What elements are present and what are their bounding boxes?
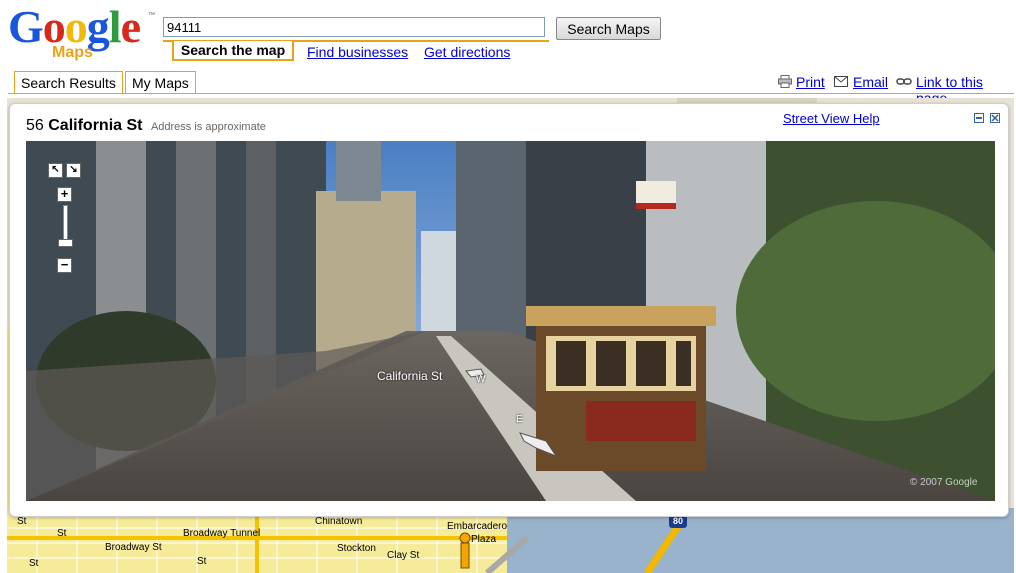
zoom-out-icon[interactable]: − bbox=[57, 258, 72, 273]
map-label-broadway-st: Broadway St bbox=[105, 542, 162, 553]
panorama-direction-west[interactable]: W bbox=[476, 374, 485, 385]
address-number: 56 bbox=[26, 117, 44, 134]
map-label-stockton: Stockton bbox=[337, 543, 376, 554]
map-label-st: St bbox=[197, 556, 207, 567]
zoom-slider-handle[interactable] bbox=[58, 239, 73, 247]
street-view-title: 56 California St Address is approximate bbox=[26, 117, 266, 135]
tab-my-maps[interactable]: My Maps bbox=[125, 71, 196, 93]
panorama-image bbox=[26, 141, 995, 501]
search-maps-button[interactable]: Search Maps bbox=[556, 17, 661, 40]
pan-right-icon[interactable]: ↘ bbox=[66, 163, 81, 178]
pan-left-icon[interactable]: ↖ bbox=[48, 163, 63, 178]
street-view-window: 56 California St Address is approximate … bbox=[9, 103, 1009, 517]
logo-sub-maps: Maps bbox=[52, 44, 93, 61]
map-label-embarcadero: Embarcadero bbox=[447, 521, 508, 532]
map-label-chinatown: Chinatown bbox=[315, 516, 363, 527]
map-label-st: St bbox=[17, 516, 27, 527]
logo-trademark: ™ bbox=[148, 12, 155, 19]
print-icon[interactable] bbox=[778, 75, 792, 88]
find-businesses-link[interactable]: Find businesses bbox=[307, 44, 408, 60]
zoom-slider-track[interactable] bbox=[63, 205, 68, 241]
get-directions-link[interactable]: Get directions bbox=[424, 44, 510, 60]
minimize-icon[interactable] bbox=[974, 113, 984, 123]
street-view-panorama[interactable]: California St W E © 2007 Google ↖ ↘ + − bbox=[26, 141, 995, 501]
header: Google ™ Maps Search Maps Search the map… bbox=[0, 0, 1016, 70]
panorama-direction-east[interactable]: E bbox=[516, 414, 523, 425]
tab-search-results[interactable]: Search Results bbox=[14, 71, 123, 93]
address-approx-note: Address is approximate bbox=[150, 121, 266, 133]
close-icon[interactable] bbox=[990, 113, 1000, 123]
address-street: California St bbox=[48, 117, 143, 134]
google-maps-logo[interactable]: Google ™ Maps bbox=[8, 4, 158, 62]
map-label-st: St bbox=[57, 528, 67, 539]
link-chain-icon[interactable] bbox=[896, 75, 912, 88]
panorama-copyright: © 2007 Google bbox=[910, 477, 978, 488]
email-link[interactable]: Email bbox=[853, 74, 888, 90]
street-view-help-link[interactable]: Street View Help bbox=[783, 111, 880, 126]
zoom-in-icon[interactable]: + bbox=[57, 187, 72, 202]
panel-tabs: Search Results My Maps Print Email Link … bbox=[0, 70, 1016, 106]
tab-search-the-map[interactable]: Search the map bbox=[172, 41, 294, 61]
map-label-plaza: Plaza bbox=[471, 534, 497, 545]
tabs-divider bbox=[8, 93, 1014, 94]
map-label-st: St bbox=[29, 558, 39, 569]
panorama-street-label: California St bbox=[377, 369, 443, 383]
map-label-clay-st: Clay St bbox=[387, 550, 420, 561]
search-input[interactable] bbox=[163, 17, 545, 37]
email-icon[interactable] bbox=[834, 75, 848, 88]
print-link[interactable]: Print bbox=[796, 74, 825, 90]
map-label-broadway-tunnel: Broadway Tunnel bbox=[183, 528, 261, 539]
